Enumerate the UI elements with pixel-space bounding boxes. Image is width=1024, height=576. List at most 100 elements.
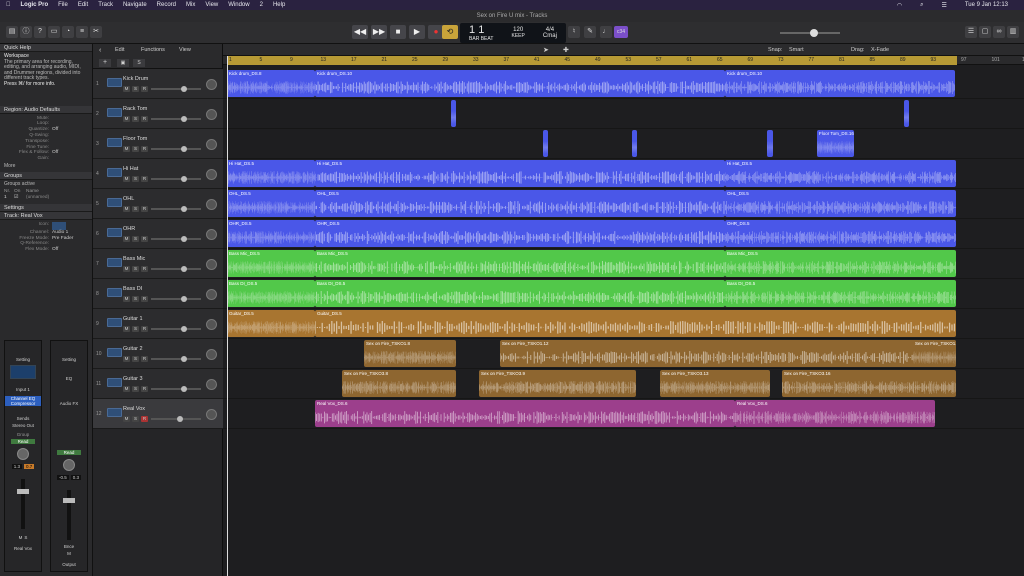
secondary-tool-icon[interactable]: ✚ — [563, 46, 569, 54]
record-enable-button[interactable]: R — [141, 296, 148, 302]
record-enable-button[interactable]: R — [141, 176, 148, 182]
track-name[interactable]: Floor Tom — [123, 136, 147, 142]
audio-region[interactable]: Hi Hat_DS.5 — [315, 160, 725, 187]
menu-navigate[interactable]: Navigate — [123, 2, 147, 8]
audio-region[interactable]: Kick drum_DS.10 — [725, 70, 955, 97]
audio-region[interactable]: Real Vox_DS.6 — [315, 400, 735, 427]
record-enable-button[interactable]: R — [141, 236, 148, 242]
edit-menu[interactable]: Edit — [115, 47, 124, 53]
track-name[interactable]: Hi Hat — [123, 166, 138, 172]
track-name[interactable]: OHR — [123, 226, 135, 232]
editors-icon[interactable]: ✂ — [90, 26, 102, 38]
apple-icon[interactable]:  — [6, 2, 11, 8]
loop-browser-icon[interactable]: ∞ — [993, 26, 1005, 38]
audio-region[interactable]: Hi Hat_DS.5 — [227, 160, 315, 187]
audio-region[interactable]: Bass Mic_DS.5 — [227, 250, 315, 277]
strip-input[interactable]: Input 1 — [5, 387, 41, 392]
track-name[interactable]: Bass Mic — [123, 256, 145, 262]
track-name[interactable]: Guitar 2 — [123, 346, 143, 352]
volume-slider[interactable] — [151, 386, 201, 392]
solo-button[interactable]: S — [132, 386, 139, 392]
cycle-range[interactable] — [227, 56, 957, 65]
volume-fader[interactable] — [17, 479, 29, 529]
track-header-row[interactable]: 5 OHL MSR — [93, 189, 223, 219]
more-toggle[interactable]: More — [0, 162, 92, 172]
volume-slider[interactable] — [151, 236, 201, 242]
track-lane[interactable]: OHR_DS.5 OHR_DS.5 OHR_DS.5 — [223, 219, 1024, 249]
audio-region[interactable] — [543, 130, 548, 157]
inspector-icon[interactable]: ⓘ — [20, 26, 32, 38]
search-icon[interactable]: ⌕ — [920, 2, 923, 9]
record-enable-button[interactable]: R — [141, 386, 148, 392]
control-center-icon[interactable]: ☰ — [941, 2, 946, 9]
metronome-icon[interactable]: ✎ — [584, 26, 596, 38]
plugin-compressor[interactable]: Compressor — [5, 401, 41, 406]
toolbar-icon[interactable]: ▭ — [48, 26, 60, 38]
pan-knob[interactable] — [206, 79, 217, 90]
track-lane[interactable]: Real Vox_DS.6 Real Vox_DS.6 — [223, 399, 1024, 429]
pan-knob[interactable] — [63, 459, 75, 471]
solo-button[interactable]: S — [132, 416, 139, 422]
solo-button[interactable]: S — [132, 356, 139, 362]
browser-icon[interactable]: ▥ — [1007, 26, 1019, 38]
smart-controls-icon[interactable]: ◔ — [62, 26, 74, 38]
pan-knob[interactable] — [206, 409, 217, 420]
view-menu[interactable]: View — [179, 47, 191, 53]
pan-knob[interactable] — [17, 448, 29, 460]
menu-file[interactable]: File — [58, 2, 68, 8]
rewind-button[interactable]: ◀◀ — [352, 25, 368, 39]
audio-region[interactable]: Sex on Fire_TSKO3.13 — [660, 370, 770, 397]
track-name[interactable]: Guitar 1 — [123, 316, 143, 322]
volume-slider[interactable] — [151, 296, 201, 302]
track-header-row[interactable]: 7 Bass Mic MSR — [93, 249, 223, 279]
menu-window[interactable]: Window — [228, 2, 249, 8]
master-volume-slider[interactable] — [780, 29, 840, 37]
quick-help-header[interactable]: Quick Help — [0, 44, 92, 52]
mute-button[interactable]: M — [123, 326, 130, 332]
strip-eq[interactable]: EQ — [51, 376, 87, 381]
track-name[interactable]: Bass DI — [123, 286, 142, 292]
track-header-row[interactable]: 9 Guitar 1 MSR — [93, 309, 223, 339]
track-header-row[interactable]: 12 Real Vox MSR — [93, 399, 223, 429]
audio-region[interactable]: Sex on Fire_TSKO3.16 — [782, 370, 956, 397]
notepad-icon[interactable]: ▢ — [979, 26, 991, 38]
menu-2[interactable]: 2 — [260, 2, 263, 8]
audio-region[interactable]: Kick drum_DS.8 — [227, 70, 315, 97]
pan-knob[interactable] — [206, 289, 217, 300]
track-name[interactable]: Guitar 3 — [123, 376, 143, 382]
solo-button[interactable]: S — [132, 176, 139, 182]
record-enable-button[interactable]: R — [141, 86, 148, 92]
pan-knob[interactable] — [206, 139, 217, 150]
volume-slider[interactable] — [151, 356, 201, 362]
snap-select[interactable]: Smart — [789, 47, 804, 53]
audio-region[interactable] — [904, 100, 909, 127]
track-lane[interactable]: Sex on Fire_TSKO1.8 Sex on Fire_TSKO1.12 S… — [223, 339, 1024, 369]
audio-region[interactable]: OHL_DS.5 — [227, 190, 315, 217]
pan-knob[interactable] — [206, 349, 217, 360]
record-enable-button[interactable]: R — [141, 116, 148, 122]
audio-region[interactable] — [767, 130, 773, 157]
track-lane[interactable]: Floor Tom_DS.16 — [223, 129, 1024, 159]
track-lane[interactable]: Bass DI_DS.5 Bass DI_DS.5 Bass DI_DS.5 — [223, 279, 1024, 309]
mute-button[interactable]: M — [123, 116, 130, 122]
track-header-row[interactable]: 1 Kick Drum MSR — [93, 69, 223, 99]
audio-region[interactable] — [632, 130, 637, 157]
strip-sends[interactable]: Sends — [5, 416, 41, 421]
mute-button[interactable]: M — [123, 266, 130, 272]
wifi-icon[interactable]: ◠ — [897, 2, 902, 9]
solo-button[interactable]: S — [24, 535, 27, 540]
strip-group[interactable]: Group — [5, 432, 41, 437]
track-row[interactable]: Icon: — [0, 221, 92, 230]
pan-knob[interactable] — [206, 169, 217, 180]
menu-help[interactable]: Help — [273, 2, 285, 8]
playhead[interactable] — [227, 56, 228, 576]
groups-header[interactable]: Groups — [0, 171, 92, 180]
strip-setting[interactable]: Setting — [51, 357, 87, 362]
groups-active[interactable]: Groups active — [0, 180, 92, 190]
menu-mix[interactable]: Mix — [186, 2, 195, 8]
track-header-row[interactable]: 3 Floor Tom MSR — [93, 129, 223, 159]
mute-button[interactable]: M — [67, 551, 71, 556]
menu-track[interactable]: Track — [98, 2, 113, 8]
track-options-icon[interactable]: ▣ — [117, 59, 129, 67]
pan-knob[interactable] — [206, 229, 217, 240]
